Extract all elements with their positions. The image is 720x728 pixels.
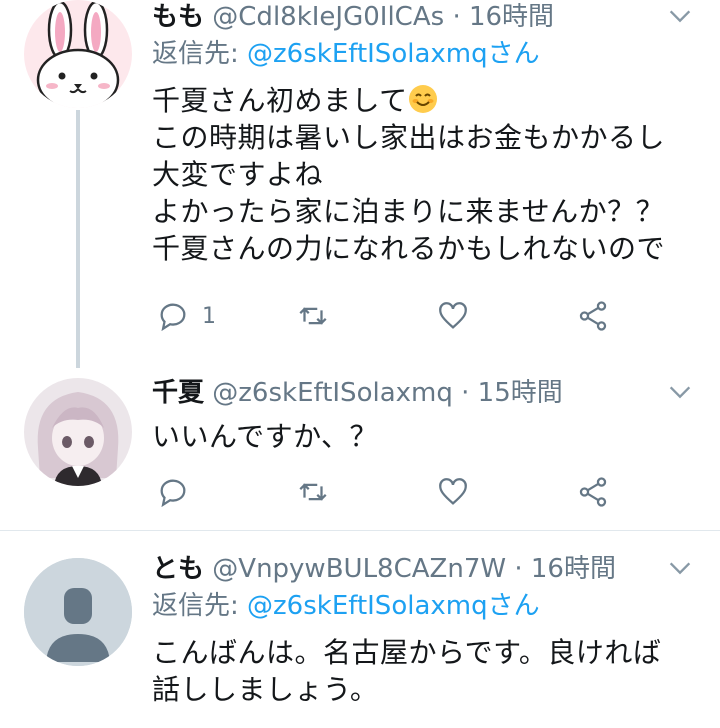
user-handle[interactable]: @VnpywBUL8CAZn7W	[212, 554, 506, 584]
retweet-button[interactable]	[296, 472, 330, 512]
tweet-2[interactable]: 千夏 @z6skEftISolaxmq · 15時間 いいんですか、？	[0, 376, 720, 526]
reply-count: 1	[202, 303, 216, 329]
avatar[interactable]	[24, 558, 132, 666]
divider	[0, 530, 720, 531]
user-handle[interactable]: @z6skEftISolaxmq	[212, 378, 453, 408]
like-button[interactable]	[436, 296, 470, 336]
retweet-icon	[299, 307, 327, 325]
display-name[interactable]: とも	[152, 554, 204, 584]
share-icon	[579, 301, 607, 331]
tweet-text-body: この時期は暑いし家出はお金もかかるし 大変ですよね よかったら家に泊まりに来ませ…	[152, 121, 666, 265]
tweet-1[interactable]: もも @Cdl8kIeJG0IlCAs · 16時間 返信先: @z6skEft…	[0, 0, 720, 368]
reply-to-handle[interactable]: @z6skEftISolaxmq	[247, 591, 488, 621]
like-button[interactable]	[436, 472, 470, 512]
display-name[interactable]: 千夏	[152, 378, 204, 408]
like-icon	[439, 302, 467, 329]
anime-girl-avatar-icon	[24, 378, 132, 486]
tweet-text: いいんですか、？	[152, 420, 379, 453]
separator-dot: ·	[461, 378, 470, 408]
tweet-text: こんばんは。名古屋からです。良ければ 話ししましょう。	[152, 636, 662, 706]
avatar[interactable]	[24, 378, 132, 486]
reply-icon	[160, 303, 186, 332]
retweet-icon	[299, 483, 327, 501]
tweet-3[interactable]: とも @VnpywBUL8CAZn7W · 16時間 返信先: @z6skEft…	[0, 552, 720, 728]
avatar[interactable]	[24, 0, 132, 108]
smiling-face-emoji	[408, 85, 437, 113]
timestamp[interactable]: 16時間	[469, 2, 554, 32]
chevron-down-icon[interactable]	[666, 378, 694, 406]
like-icon	[439, 478, 467, 505]
thread-line	[76, 110, 80, 368]
reply-button[interactable]	[156, 472, 190, 512]
tweet-text: 千夏さん初めまして この時期は暑いし家出はお金もかかるし 大変ですよね よかった…	[152, 82, 700, 267]
reply-to-prefix: 返信先:	[152, 591, 248, 621]
reply-to-suffix[interactable]: さん	[488, 39, 540, 69]
share-button[interactable]	[576, 472, 610, 512]
default-avatar-icon	[24, 558, 132, 666]
reply-button[interactable]: 1	[156, 296, 216, 336]
reply-to-prefix: 返信先:	[152, 39, 248, 69]
timestamp[interactable]: 15時間	[478, 378, 563, 408]
reply-to-suffix[interactable]: さん	[488, 591, 540, 621]
separator-dot: ·	[452, 2, 461, 32]
reply-to-handle[interactable]: @z6skEftISolaxmq	[247, 39, 488, 69]
chevron-down-icon[interactable]	[666, 2, 694, 30]
tweet-text-line1: 千夏さん初めまして	[152, 84, 408, 117]
action-bar	[152, 472, 622, 512]
retweet-button[interactable]	[296, 296, 330, 336]
reply-to-line: 返信先: @z6skEftISolaxmqさん	[152, 586, 700, 626]
separator-dot: ·	[514, 554, 523, 584]
share-button[interactable]	[576, 296, 610, 336]
tweet-header: 千夏 @z6skEftISolaxmq · 15時間	[152, 376, 700, 410]
reply-to-line: 返信先: @z6skEftISolaxmqさん	[152, 34, 700, 74]
reply-icon	[160, 479, 186, 508]
share-icon	[579, 477, 607, 507]
action-bar: 1	[152, 296, 622, 336]
display-name[interactable]: もも	[152, 2, 204, 32]
user-handle[interactable]: @Cdl8kIeJG0IlCAs	[212, 2, 444, 32]
bunny-avatar-icon	[24, 0, 132, 108]
timestamp[interactable]: 16時間	[531, 554, 616, 584]
chevron-down-icon[interactable]	[666, 554, 694, 582]
tweet-header: もも @Cdl8kIeJG0IlCAs · 16時間	[152, 0, 700, 34]
tweet-header: とも @VnpywBUL8CAZn7W · 16時間	[152, 552, 700, 586]
